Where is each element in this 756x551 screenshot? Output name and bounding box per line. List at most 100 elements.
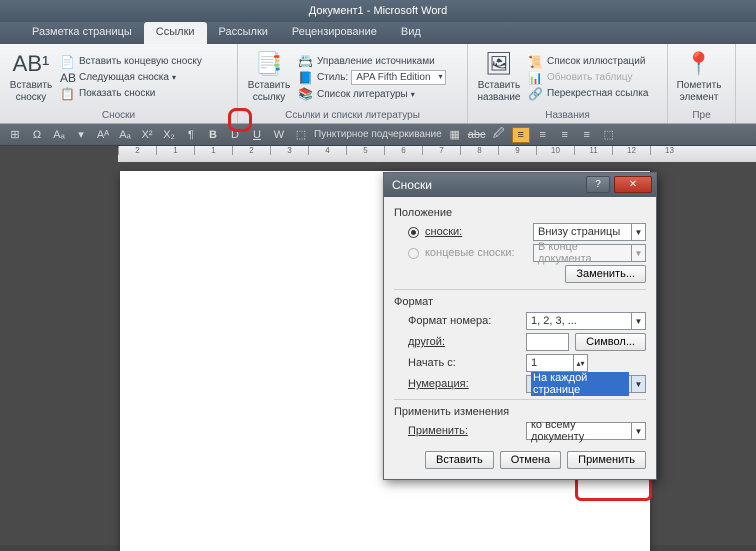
replace-button[interactable]: Заменить... <box>565 265 646 283</box>
tb-icon[interactable]: Aₐ <box>50 127 68 143</box>
spinner-arrows-icon: ▴▾ <box>573 355 587 371</box>
endnotes-radio-label: концевые сноски: <box>425 247 527 259</box>
quick-toolbar: ⊞ Ω Aₐ ▾ Aᴬ Aₐ X² X₂ ¶ B D U W ⬚ Пунктир… <box>0 124 756 146</box>
apply-to-select[interactable]: ко всему документу▼ <box>526 422 646 440</box>
dialog-help-button[interactable]: ? <box>586 176 610 193</box>
group-footnotes: AB¹ Вставить сноску 📄Вставить концевую с… <box>0 44 238 123</box>
footnotes-radio[interactable] <box>408 227 419 238</box>
insert-citation-button[interactable]: 📑 Вставить ссылку <box>244 47 294 108</box>
other-input[interactable] <box>526 333 569 351</box>
align-justify-icon[interactable]: ≡ <box>578 127 596 143</box>
tb-icon[interactable]: ⊞ <box>6 127 24 143</box>
chevron-down-icon: ▼ <box>631 376 645 392</box>
chevron-down-icon: ▼ <box>631 224 645 240</box>
citation-icon: 📑 <box>255 51 282 77</box>
footnotes-dialog: Сноски ? ✕ Положение сноски: Внизу стран… <box>383 172 657 480</box>
horizontal-ruler[interactable]: 2112345678910111213 <box>118 146 756 162</box>
chevron-down-icon: ▼ <box>631 313 645 329</box>
mark-entry-button[interactable]: 📍 Пометить элемент <box>674 47 724 108</box>
tb-icon[interactable]: abc <box>468 127 486 143</box>
manage-sources-button[interactable]: 📇Управление источниками <box>298 53 446 69</box>
citation-style-row: 📘Стиль: APA Fifth Edition <box>298 69 446 86</box>
tb-icon[interactable]: Aₐ <box>116 127 134 143</box>
endnote-icon: 📄 <box>60 55 76 69</box>
group-label-index: Пре <box>674 108 729 123</box>
align-center-icon[interactable]: ≡ <box>534 127 552 143</box>
symbol-button[interactable]: Символ... <box>575 333 646 351</box>
tb-icon[interactable]: ⬚ <box>600 127 618 143</box>
title-bar: Документ1 - Microsoft Word <box>0 0 756 22</box>
tb-icon[interactable]: 🖉 <box>490 127 508 143</box>
crossref-icon: 🔗 <box>528 87 544 101</box>
footnotes-position-select[interactable]: Внизу страницы▼ <box>533 223 646 241</box>
tb-icon[interactable]: W <box>270 127 288 143</box>
tb-icon[interactable]: X₂ <box>160 127 178 143</box>
endnotes-radio[interactable] <box>408 248 419 259</box>
apply-button[interactable]: Применить <box>567 451 646 469</box>
group-citations: 📑 Вставить ссылку 📇Управление источникам… <box>238 44 468 123</box>
position-label: Положение <box>394 207 646 219</box>
group-index: 📍 Пометить элемент Пре <box>668 44 736 123</box>
next-footnote-button[interactable]: ABСледующая сноска▾ <box>60 70 202 86</box>
tb-icon[interactable]: Ω <box>28 127 46 143</box>
chevron-down-icon: ▼ <box>631 423 645 439</box>
mark-icon: 📍 <box>685 51 712 77</box>
start-at-spinner[interactable]: 1▴▾ <box>526 354 588 372</box>
tb-icon[interactable]: ▾ <box>72 127 90 143</box>
chevron-down-icon: ▼ <box>631 245 645 261</box>
tab-view[interactable]: Вид <box>389 22 433 44</box>
update-table-button[interactable]: 📊Обновить таблицу <box>528 70 648 86</box>
footnotes-radio-label: сноски: <box>425 226 527 238</box>
tab-page-layout[interactable]: Разметка страницы <box>20 22 144 44</box>
number-format-label: Формат номера: <box>408 315 520 327</box>
align-left-icon[interactable]: ≡ <box>512 127 530 143</box>
dashed-underline-label[interactable]: Пунктирное подчеркивание <box>314 129 442 140</box>
tb-icon[interactable]: U <box>248 127 266 143</box>
insert-footnote-button[interactable]: AB¹ Вставить сноску <box>6 47 56 108</box>
cancel-button[interactable]: Отмена <box>500 451 561 469</box>
insert-button[interactable]: Вставить <box>425 451 494 469</box>
format-label: Формат <box>394 296 646 308</box>
bibliography-button[interactable]: 📚Список литературы▾ <box>298 86 446 102</box>
apply-to-label: Применить: <box>408 425 520 437</box>
dialog-close-button[interactable]: ✕ <box>614 176 652 193</box>
ribbon-tabs: Разметка страницы Ссылки Рассылки Реценз… <box>0 22 756 44</box>
insert-caption-button[interactable]: 🖼 Вставить название <box>474 47 524 108</box>
style-icon: 📘 <box>298 71 314 85</box>
tab-review[interactable]: Рецензирование <box>280 22 389 44</box>
tb-icon[interactable]: X² <box>138 127 156 143</box>
dialog-title: Сноски <box>392 178 432 192</box>
show-notes-icon: 📋 <box>60 87 76 101</box>
bibliography-icon: 📚 <box>298 87 314 101</box>
group-label-captions: Названия <box>474 108 661 123</box>
cross-reference-button[interactable]: 🔗Перекрестная ссылка <box>528 86 648 102</box>
next-footnote-icon: AB <box>60 71 76 85</box>
caption-icon: 🖼 <box>485 51 513 77</box>
tb-icon[interactable]: ⬚ <box>292 127 310 143</box>
tb-icon[interactable]: D <box>226 127 244 143</box>
insert-endnote-button[interactable]: 📄Вставить концевую сноску <box>60 54 202 70</box>
tb-icon[interactable]: ▦ <box>446 127 464 143</box>
other-label: другой: <box>408 336 520 348</box>
update-icon: 📊 <box>528 71 544 85</box>
tb-icon[interactable]: Aᴬ <box>94 127 112 143</box>
tab-mailings[interactable]: Рассылки <box>207 22 280 44</box>
start-at-label: Начать с: <box>408 357 520 369</box>
tab-links[interactable]: Ссылки <box>144 22 207 44</box>
show-notes-button[interactable]: 📋Показать сноски <box>60 86 202 102</box>
manage-sources-icon: 📇 <box>298 54 314 68</box>
dialog-titlebar[interactable]: Сноски ? ✕ <box>384 173 656 197</box>
tb-icon[interactable]: B <box>204 127 222 143</box>
group-label-footnotes: Сноски <box>6 108 231 123</box>
apply-changes-label: Применить изменения <box>394 406 646 418</box>
numbering-label: Нумерация: <box>408 378 520 390</box>
table-of-figures-button[interactable]: 📜Список иллюстраций <box>528 54 648 70</box>
ribbon: AB¹ Вставить сноску 📄Вставить концевую с… <box>0 44 756 124</box>
list-icon: 📜 <box>528 55 544 69</box>
tb-icon[interactable]: ¶ <box>182 127 200 143</box>
group-captions: 🖼 Вставить название 📜Список иллюстраций … <box>468 44 668 123</box>
number-format-select[interactable]: 1, 2, 3, ...▼ <box>526 312 646 330</box>
align-right-icon[interactable]: ≡ <box>556 127 574 143</box>
citation-style-dropdown[interactable]: APA Fifth Edition <box>351 70 445 85</box>
numbering-select[interactable]: На каждой странице▼ <box>526 375 646 393</box>
